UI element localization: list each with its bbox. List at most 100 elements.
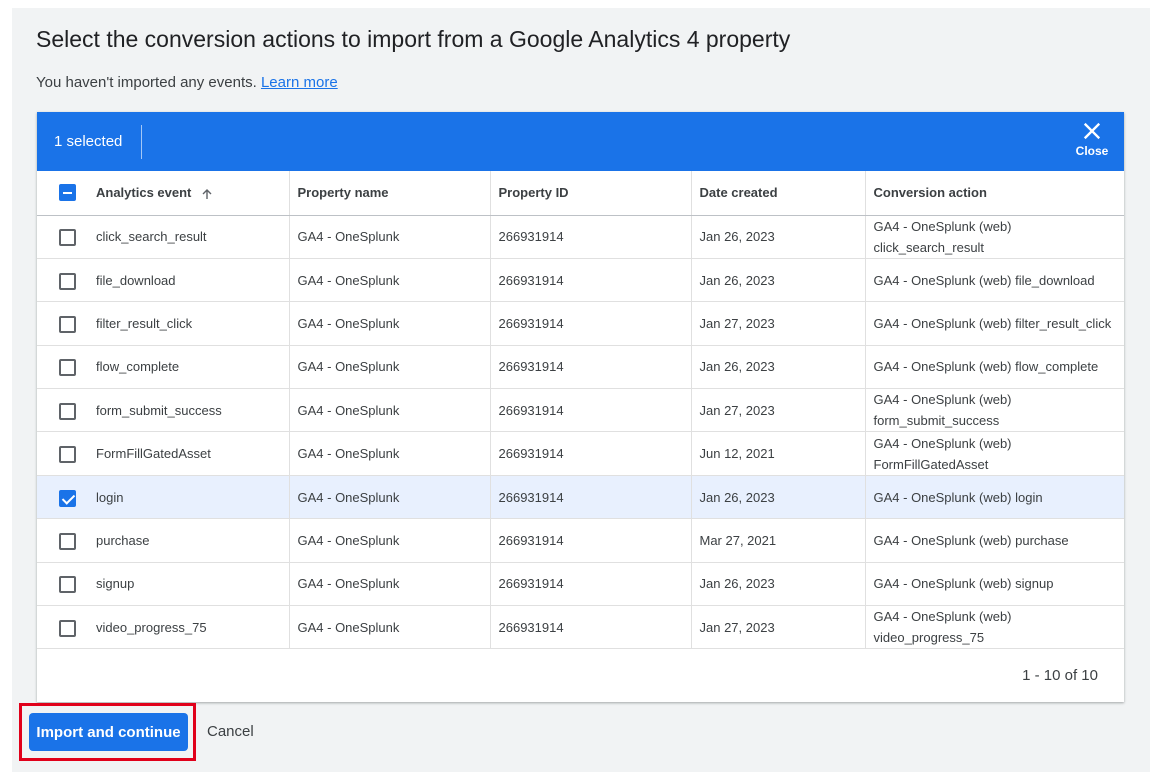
cell-date-created: Mar 27, 2021 bbox=[691, 518, 866, 563]
cell-date-created: Jan 26, 2023 bbox=[691, 475, 866, 520]
row-checkbox[interactable] bbox=[59, 272, 76, 290]
table-row[interactable]: signup GA4 - OneSplunk 266931914 Jan 26, 20… bbox=[37, 562, 1124, 607]
cell-conversion-action: GA4 - OneSplunk (web) signup bbox=[865, 562, 1124, 607]
cell-property-name: GA4 - OneSplunk bbox=[289, 345, 491, 390]
cell-analytics-event: flow_complete bbox=[88, 345, 290, 390]
row-checkbox[interactable] bbox=[59, 532, 76, 550]
cell-property-id: 266931914 bbox=[490, 345, 692, 390]
cell-conversion-action: GA4 - OneSplunk (web) video_progress_75 bbox=[865, 605, 1124, 650]
row-checkbox[interactable] bbox=[59, 402, 76, 420]
cell-date-created: Jan 26, 2023 bbox=[691, 562, 866, 607]
row-checkbox[interactable] bbox=[59, 489, 76, 507]
row-checkbox-cell bbox=[37, 301, 88, 346]
cell-conversion-action: GA4 - OneSplunk (web) flow_complete bbox=[865, 345, 1124, 390]
cell-conversion-action: GA4 - OneSplunk (web) click_search_resul… bbox=[865, 215, 1124, 259]
cell-date-created: Jan 27, 2023 bbox=[691, 388, 866, 433]
table-header-row: Analytics event Property name Property I… bbox=[37, 171, 1124, 216]
arrow-up-icon bbox=[202, 188, 212, 199]
cell-analytics-event: video_progress_75 bbox=[88, 605, 290, 650]
cell-property-id: 266931914 bbox=[490, 475, 692, 520]
cell-conversion-action: GA4 - OneSplunk (web) FormFillGatedAsset bbox=[865, 431, 1124, 476]
selection-bar: 1 selected Close bbox=[37, 112, 1124, 171]
cell-property-name: GA4 - OneSplunk bbox=[289, 258, 491, 303]
column-header-property-name[interactable]: Property name bbox=[289, 171, 491, 216]
cell-analytics-event: purchase bbox=[88, 518, 290, 563]
table-row[interactable]: purchase GA4 - OneSplunk 266931914 Mar 27, … bbox=[37, 518, 1124, 563]
selected-count: 1 selected bbox=[54, 133, 123, 150]
cell-analytics-event: login bbox=[88, 475, 290, 520]
cell-analytics-event: file_download bbox=[88, 258, 290, 303]
cancel-button[interactable]: Cancel bbox=[207, 723, 254, 740]
header-checkbox-cell bbox=[37, 171, 88, 216]
row-checkbox-cell bbox=[37, 475, 88, 520]
cell-date-created: Jan 26, 2023 bbox=[691, 345, 866, 390]
cell-analytics-event: form_submit_success bbox=[88, 388, 290, 433]
cell-property-name: GA4 - OneSplunk bbox=[289, 215, 491, 259]
page-title: Select the conversion actions to import … bbox=[36, 26, 791, 52]
row-checkbox-cell bbox=[37, 518, 88, 563]
cell-property-name: GA4 - OneSplunk bbox=[289, 518, 491, 563]
pagination-label: 1 - 10 of 10 bbox=[1022, 667, 1098, 684]
cell-date-created: Jun 12, 2021 bbox=[691, 431, 866, 476]
cell-analytics-event: FormFillGatedAsset bbox=[88, 431, 290, 476]
table-row[interactable]: FormFillGatedAsset GA4 - OneSplunk 2669319… bbox=[37, 431, 1124, 476]
row-checkbox-cell bbox=[37, 258, 88, 303]
row-checkbox[interactable] bbox=[59, 446, 76, 464]
cell-conversion-action: GA4 - OneSplunk (web) file_download bbox=[865, 258, 1124, 303]
cell-property-id: 266931914 bbox=[490, 258, 692, 303]
row-checkbox-cell bbox=[37, 562, 88, 607]
table-row[interactable]: flow_complete GA4 - OneSplunk 266931914 Jan… bbox=[37, 345, 1124, 390]
cell-property-id: 266931914 bbox=[490, 518, 692, 563]
selection-divider bbox=[141, 125, 142, 159]
column-header-conversion-action[interactable]: Conversion action bbox=[865, 171, 1124, 216]
row-checkbox[interactable] bbox=[59, 359, 76, 377]
row-checkbox[interactable] bbox=[59, 316, 76, 334]
cell-property-id: 266931914 bbox=[490, 562, 692, 607]
cell-analytics-event: signup bbox=[88, 562, 290, 607]
close-label: Close bbox=[1075, 144, 1109, 158]
cell-property-id: 266931914 bbox=[490, 431, 692, 476]
row-checkbox-cell bbox=[37, 345, 88, 390]
column-header-date-created[interactable]: Date created bbox=[691, 171, 866, 216]
cell-property-name: GA4 - OneSplunk bbox=[289, 475, 491, 520]
cell-date-created: Jan 27, 2023 bbox=[691, 605, 866, 650]
table-row[interactable]: filter_result_click GA4 - OneSplunk 266931… bbox=[37, 301, 1124, 346]
cell-property-id: 266931914 bbox=[490, 215, 692, 259]
cell-conversion-action: GA4 - OneSplunk (web) purchase bbox=[865, 518, 1124, 563]
events-table-card: 1 selected Close Analytics event Propert… bbox=[37, 112, 1124, 702]
indeterminate-checkbox-icon[interactable] bbox=[59, 184, 76, 202]
cell-conversion-action: GA4 - OneSplunk (web) form_submit_succes… bbox=[865, 388, 1124, 433]
table-footer: 1 - 10 of 10 bbox=[37, 649, 1124, 702]
row-checkbox-cell bbox=[37, 215, 88, 259]
row-checkbox-cell bbox=[37, 431, 88, 476]
page-subtitle: You haven't imported any events. Learn m… bbox=[36, 74, 338, 91]
table-row[interactable]: file_download GA4 - OneSplunk 266931914 Jan… bbox=[37, 258, 1124, 303]
table-row[interactable]: form_submit_success GA4 - OneSplunk 266931… bbox=[37, 388, 1124, 433]
cell-date-created: Jan 27, 2023 bbox=[691, 301, 866, 346]
events-table: Analytics event Property name Property I… bbox=[37, 171, 1124, 650]
row-checkbox-cell bbox=[37, 388, 88, 433]
column-header-property-id[interactable]: Property ID bbox=[490, 171, 692, 216]
learn-more-link[interactable]: Learn more bbox=[261, 74, 338, 91]
cell-conversion-action: GA4 - OneSplunk (web) login bbox=[865, 475, 1124, 520]
cell-property-name: GA4 - OneSplunk bbox=[289, 388, 491, 433]
row-checkbox-cell bbox=[37, 605, 88, 650]
cell-property-name: GA4 - OneSplunk bbox=[289, 431, 491, 476]
import-and-continue-button[interactable]: Import and continue bbox=[29, 713, 188, 751]
cell-property-name: GA4 - OneSplunk bbox=[289, 562, 491, 607]
import-dialog-page: Select the conversion actions to import … bbox=[12, 8, 1150, 772]
cell-property-id: 266931914 bbox=[490, 301, 692, 346]
table-row[interactable]: login GA4 - OneSplunk 266931914 Jan 26, 202… bbox=[37, 475, 1124, 520]
row-checkbox[interactable] bbox=[59, 229, 76, 247]
cell-date-created: Jan 26, 2023 bbox=[691, 258, 866, 303]
close-selection-button[interactable]: Close bbox=[1070, 120, 1114, 166]
cell-analytics-event: click_search_result bbox=[88, 215, 290, 259]
table-row[interactable]: click_search_result GA4 - OneSplunk 266931… bbox=[37, 215, 1124, 259]
row-checkbox[interactable] bbox=[59, 619, 76, 637]
row-checkbox[interactable] bbox=[59, 576, 76, 594]
subtitle-text: You haven't imported any events. bbox=[36, 74, 257, 91]
column-header-analytics-event[interactable]: Analytics event bbox=[88, 171, 290, 216]
table-row[interactable]: video_progress_75 GA4 - OneSplunk 26693191… bbox=[37, 605, 1124, 650]
cell-property-id: 266931914 bbox=[490, 388, 692, 433]
cell-date-created: Jan 26, 2023 bbox=[691, 215, 866, 259]
